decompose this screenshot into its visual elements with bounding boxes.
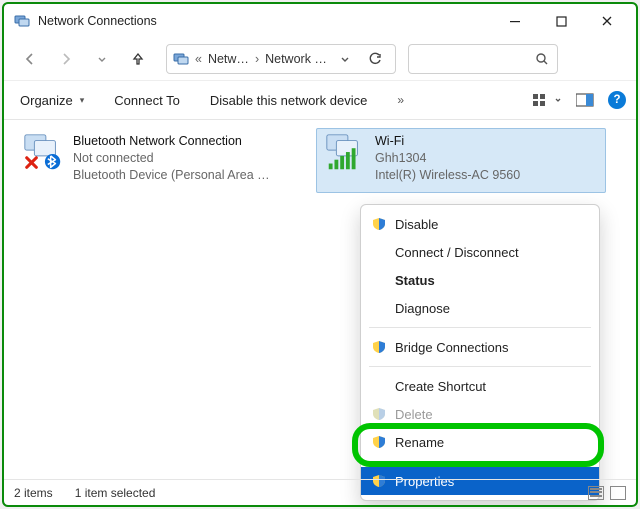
menu-label: Diagnose: [395, 301, 450, 316]
menu-item-disable[interactable]: Disable: [361, 210, 599, 238]
disable-device-button[interactable]: Disable this network device: [204, 89, 374, 112]
menu-label: Bridge Connections: [395, 340, 508, 355]
address-bar[interactable]: « Netw… › Network …: [166, 44, 396, 74]
maximize-button[interactable]: [538, 6, 584, 36]
connect-to-button[interactable]: Connect To: [108, 89, 186, 112]
shield-icon: [371, 216, 387, 232]
window-controls: [492, 6, 630, 36]
menu-label: Disable: [395, 217, 438, 232]
app-icon: [14, 13, 30, 29]
search-box[interactable]: [408, 44, 558, 74]
breadcrumb-sep-icon: «: [193, 52, 204, 66]
menu-label: Connect / Disconnect: [395, 245, 519, 260]
details-view-button[interactable]: [588, 486, 604, 500]
menu-item-connect-disconnect[interactable]: Connect / Disconnect: [361, 238, 599, 266]
search-icon: [535, 52, 549, 66]
shield-icon: [371, 339, 387, 355]
breadcrumb-crumb-1[interactable]: Netw…: [208, 52, 249, 66]
connection-status: Ghh1304: [375, 150, 520, 167]
back-button[interactable]: [14, 44, 46, 74]
shield-icon: [371, 434, 387, 450]
menu-label: Rename: [395, 435, 444, 450]
refresh-button[interactable]: [361, 47, 389, 71]
connection-item-wifi[interactable]: Wi-Fi Ghh1304 Intel(R) Wireless-AC 9560: [316, 128, 606, 193]
shield-icon: [371, 406, 387, 422]
context-menu: Disable Connect / Disconnect Status Diag…: [360, 204, 600, 501]
toolbar: Organize Connect To Disable this network…: [4, 80, 636, 120]
view-layout-button[interactable]: [533, 93, 562, 107]
breadcrumb-chevron-icon: ›: [253, 52, 261, 66]
menu-label: Create Shortcut: [395, 379, 486, 394]
address-icon: [173, 51, 189, 67]
menu-item-status[interactable]: Status: [361, 266, 599, 294]
window-title: Network Connections: [38, 14, 157, 28]
content-area: Bluetooth Network Connection Not connect…: [4, 120, 636, 201]
menu-separator: [369, 461, 591, 462]
menu-separator: [369, 366, 591, 367]
status-item-count: 2 items: [14, 486, 53, 500]
forward-button[interactable]: [50, 44, 82, 74]
breadcrumb-crumb-2[interactable]: Network …: [265, 52, 327, 66]
recent-locations-button[interactable]: [86, 44, 118, 74]
connection-item-bluetooth[interactable]: Bluetooth Network Connection Not connect…: [14, 128, 304, 193]
menu-item-create-shortcut[interactable]: Create Shortcut: [361, 372, 599, 400]
connection-name: Wi-Fi: [375, 133, 520, 150]
help-button[interactable]: ?: [608, 91, 626, 109]
close-button[interactable]: [584, 6, 630, 36]
menu-item-bridge[interactable]: Bridge Connections: [361, 333, 599, 361]
status-selection: 1 item selected: [75, 486, 156, 500]
large-icons-view-button[interactable]: [610, 486, 626, 500]
connection-device: Intel(R) Wireless-AC 9560: [375, 167, 520, 184]
menu-label: Delete: [395, 407, 433, 422]
window-frame: Network Connections: [2, 2, 638, 507]
connection-name: Bluetooth Network Connection: [73, 133, 270, 150]
up-button[interactable]: [122, 44, 154, 74]
minimize-button[interactable]: [492, 6, 538, 36]
menu-separator: [369, 327, 591, 328]
navbar: « Netw… › Network …: [4, 38, 636, 80]
titlebar: Network Connections: [4, 4, 636, 38]
wifi-icon: [323, 133, 367, 173]
connection-device: Bluetooth Device (Personal Area …: [73, 167, 270, 184]
menu-label: Status: [395, 273, 435, 288]
menu-item-delete: Delete: [361, 400, 599, 428]
menu-item-rename[interactable]: Rename: [361, 428, 599, 456]
preview-pane-button[interactable]: [576, 93, 594, 107]
connection-status: Not connected: [73, 150, 270, 167]
menu-item-diagnose[interactable]: Diagnose: [361, 294, 599, 322]
address-dropdown-button[interactable]: [331, 47, 359, 71]
organize-menu[interactable]: Organize: [14, 89, 90, 112]
bluetooth-icon: [21, 133, 65, 173]
status-bar: 2 items 1 item selected: [4, 479, 636, 505]
toolbar-overflow-button[interactable]: »: [391, 89, 410, 111]
